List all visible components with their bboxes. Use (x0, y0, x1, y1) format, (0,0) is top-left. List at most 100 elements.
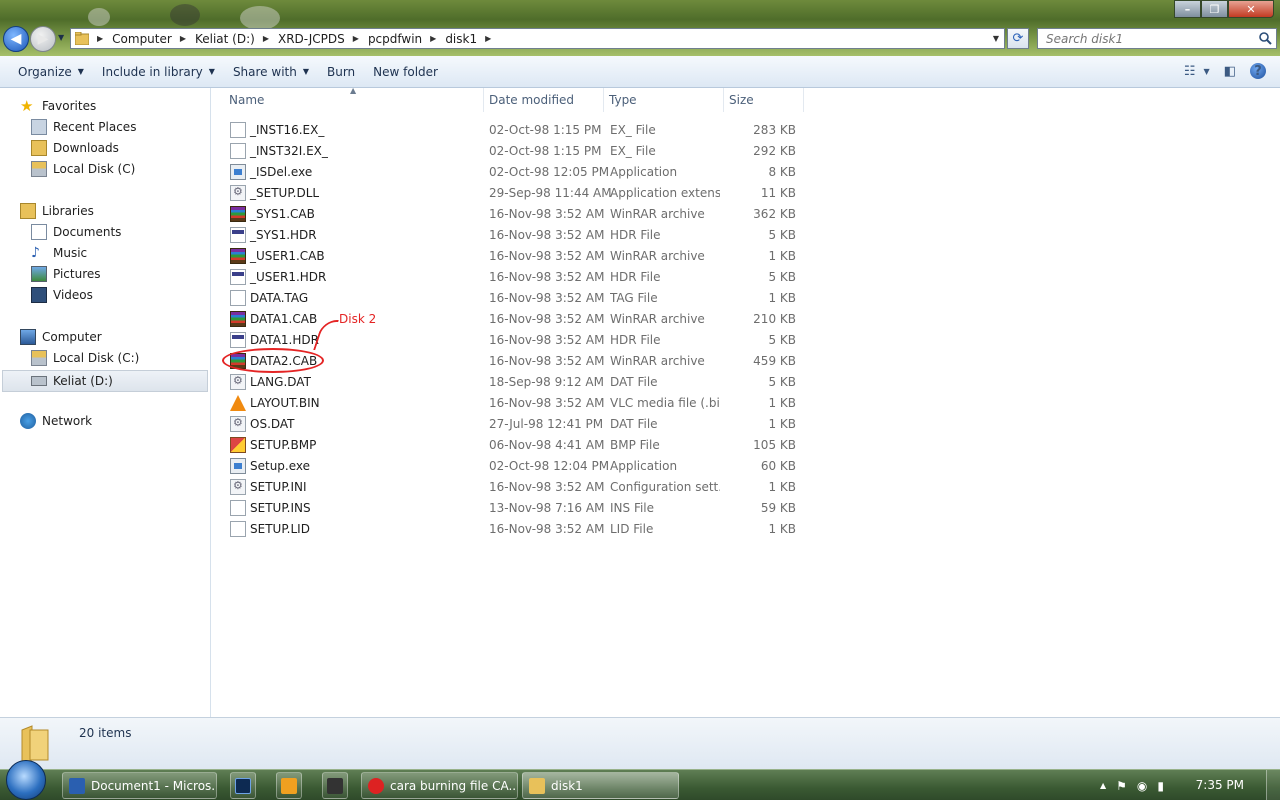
file-row[interactable]: LAYOUT.BIN 16-Nov-98 3:52 AM VLC media fil… (224, 392, 804, 413)
file-row[interactable]: OS.DAT 27-Jul-98 12:41 PM DAT File 1 KB (224, 413, 804, 434)
signal-icon[interactable]: ▮ (1157, 779, 1164, 793)
nav-libraries[interactable]: Libraries (20, 203, 94, 219)
chevron-right-icon[interactable]: ▶ (97, 34, 103, 43)
file-row[interactable]: _SYS1.HDR 16-Nov-98 3:52 AM HDR File 5 KB (224, 224, 804, 245)
nav-documents[interactable]: Documents (31, 224, 121, 240)
organize-button[interactable]: Organize ▼ (18, 65, 84, 79)
file-row[interactable]: LANG.DAT 18-Sep-98 9:12 AM DAT File 5 KB (224, 371, 804, 392)
refresh-button[interactable]: ⟳ (1007, 28, 1029, 49)
nav-local-disk-c-fav[interactable]: Local Disk (C) (31, 161, 135, 177)
help-icon[interactable]: ? (1250, 63, 1266, 79)
file-row[interactable]: _USER1.HDR 16-Nov-98 3:52 AM HDR File 5 KB (224, 266, 804, 287)
column-header-size[interactable]: Size (724, 88, 804, 112)
column-header-type[interactable]: Type (604, 88, 724, 112)
forward-button[interactable]: ▶ (30, 26, 56, 52)
maximize-button[interactable]: ❐ (1201, 0, 1228, 18)
new-folder-button[interactable]: New folder (373, 65, 438, 79)
nav-pictures[interactable]: Pictures (31, 266, 101, 282)
view-dropdown-icon[interactable]: ▼ (1204, 67, 1210, 76)
chevron-right-icon[interactable]: ▶ (263, 34, 269, 43)
nav-music[interactable]: ♪ Music (31, 245, 87, 261)
file-name: SETUP.BMP (250, 437, 317, 452)
close-button[interactable]: ✕ (1228, 0, 1274, 18)
file-row[interactable]: SETUP.BMP 06-Nov-98 4:41 AM BMP File 105 KB (224, 434, 804, 455)
file-row[interactable]: Setup.exe 02-Oct-98 12:04 PM Application 60… (224, 455, 804, 476)
nav-downloads[interactable]: Downloads (31, 140, 119, 156)
breadcrumb-computer[interactable]: Computer (112, 32, 172, 46)
start-button[interactable] (6, 760, 46, 800)
taskbar-media-player[interactable] (276, 772, 302, 799)
file-size: 1 KB (768, 416, 796, 431)
file-size: 1 KB (768, 521, 796, 536)
show-hidden-icons-icon[interactable]: ▲ (1100, 781, 1106, 790)
nav-videos[interactable]: Videos (31, 287, 93, 303)
column-header-date-modified[interactable]: Date modified (484, 88, 604, 112)
address-dropdown-icon[interactable]: ▼ (993, 34, 999, 43)
taskbar-movie-maker[interactable] (322, 772, 348, 799)
file-date-modified: 02-Oct-98 1:15 PM (489, 143, 602, 158)
share-with-button[interactable]: Share with ▼ (233, 65, 309, 79)
file-name: Setup.exe (250, 458, 311, 473)
action-center-icon[interactable]: ⚑ (1116, 779, 1127, 793)
nav-local-disk-c[interactable]: Local Disk (C:) (31, 350, 139, 366)
file-size: 60 KB (760, 458, 796, 473)
breadcrumb-disk1[interactable]: disk1 (445, 32, 477, 46)
address-bar[interactable]: ▶ Computer ▶ Keliat (D:) ▶ XRD-JCPDS ▶ p… (70, 28, 1005, 49)
taskbar-photoshop[interactable] (230, 772, 256, 799)
sort-ascending-icon: ▲ (350, 86, 357, 95)
view-options-icon[interactable]: ☷ (1184, 64, 1196, 79)
nav-local-disk-c-fav-label: Local Disk (C) (53, 162, 136, 176)
breadcrumb-keliat[interactable]: Keliat (D:) (195, 32, 255, 46)
clock[interactable]: 7:35 PM (1196, 778, 1244, 792)
file-name: _ISDel.exe (250, 164, 313, 179)
settings-file-icon (230, 416, 246, 432)
toolbar-right-controls: ☷ ▼ ◧ ? (1170, 63, 1266, 79)
file-row[interactable]: SETUP.INS 13-Nov-98 7:16 AM INS File 59 KB (224, 497, 804, 518)
star-icon: ★ (20, 97, 34, 115)
taskbar-word[interactable]: Document1 - Micros... (62, 772, 217, 799)
search-icon[interactable] (1259, 32, 1272, 45)
file-date-modified: 16-Nov-98 3:52 AM (489, 248, 605, 263)
file-name: _USER1.HDR (250, 269, 327, 284)
file-row[interactable]: _SETUP.DLL 29-Sep-98 11:44 AMApplication … (224, 182, 804, 203)
breadcrumb-pcpdfwin[interactable]: pcpdfwin (368, 32, 422, 46)
nav-computer[interactable]: Computer (20, 329, 102, 345)
chevron-right-icon[interactable]: ▶ (180, 34, 186, 43)
item-count: 20 items (79, 726, 132, 740)
taskbar-word-label: Document1 - Micros... (91, 778, 217, 793)
network-status-icon[interactable]: ◉ (1137, 779, 1147, 793)
nav-keliat-d-label: Keliat (D:) (53, 374, 113, 388)
file-row[interactable]: SETUP.INI 16-Nov-98 3:52 AM Configuration … (224, 476, 804, 497)
file-row[interactable]: DATA.TAG 16-Nov-98 3:52 AM TAG File 1 KB (224, 287, 804, 308)
nav-keliat-d[interactable]: Keliat (D:) (2, 370, 208, 392)
file-row[interactable]: DATA1.HDR 16-Nov-98 3:52 AM HDR File 5 KB (224, 329, 804, 350)
preview-pane-icon[interactable]: ◧ (1224, 64, 1236, 79)
file-size: 11 KB (760, 185, 796, 200)
chevron-right-icon[interactable]: ▶ (485, 34, 491, 43)
search-box[interactable] (1037, 28, 1277, 49)
file-row[interactable]: _INST32I.EX_ 02-Oct-98 1:15 PM EX_ File 292… (224, 140, 804, 161)
nav-favorites[interactable]: ★ Favorites (20, 98, 96, 114)
file-row[interactable]: _USER1.CAB 16-Nov-98 3:52 AM WinRAR archiv… (224, 245, 804, 266)
file-row[interactable]: _INST16.EX_ 02-Oct-98 1:15 PM EX_ File 283 … (224, 119, 804, 140)
forward-arrow-icon: ▶ (37, 31, 49, 47)
include-in-library-button[interactable]: Include in library ▼ (102, 65, 215, 79)
file-row[interactable]: SETUP.LID 16-Nov-98 3:52 AM LID File 1 KB (224, 518, 804, 539)
chevron-right-icon[interactable]: ▶ (353, 34, 359, 43)
show-desktop-button[interactable] (1266, 770, 1280, 800)
taskbar-opera[interactable]: cara burning file CA... (361, 772, 518, 799)
chevron-right-icon[interactable]: ▶ (430, 34, 436, 43)
breadcrumb-xrd-jcpds[interactable]: XRD-JCPDS (278, 32, 345, 46)
file-row[interactable]: DATA1.CAB 16-Nov-98 3:52 AM WinRAR archive… (224, 308, 804, 329)
recent-pages-button[interactable]: ▼ (58, 33, 64, 42)
taskbar-explorer[interactable]: disk1 (522, 772, 679, 799)
minimize-button[interactable]: – (1174, 0, 1201, 18)
burn-button[interactable]: Burn (327, 65, 355, 79)
nav-recent-places[interactable]: Recent Places (31, 119, 136, 135)
nav-network[interactable]: Network (20, 413, 92, 429)
file-row[interactable]: _ISDel.exe 02-Oct-98 12:05 PM Application 8… (224, 161, 804, 182)
file-row[interactable]: _SYS1.CAB 16-Nov-98 3:52 AM WinRAR archive… (224, 203, 804, 224)
file-type: WinRAR archive (610, 311, 705, 326)
back-button[interactable]: ◀ (3, 26, 29, 52)
search-input[interactable] (1046, 31, 1246, 46)
